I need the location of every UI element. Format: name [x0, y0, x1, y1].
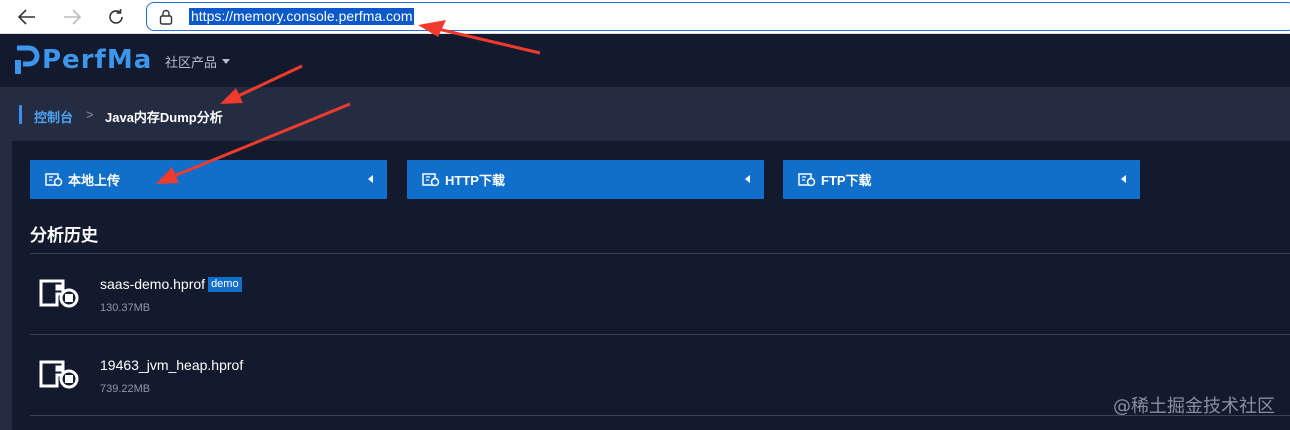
breadcrumb-separator: > [86, 107, 94, 122]
breadcrumb-current: Java内存Dump分析 [105, 110, 223, 125]
file-name[interactable]: saas-demo.hprof demo [100, 276, 242, 292]
arrow-left-icon [18, 9, 35, 25]
local-upload-label: 本地上传 [68, 173, 121, 188]
left-gutter [0, 141, 12, 430]
logo-text: PerfMa [42, 45, 153, 75]
nav-products-dropdown[interactable]: 社区产品 [165, 52, 231, 71]
browser-toolbar: https://memory.console.perfma.com [0, 0, 1290, 34]
nav-products-label: 社区产品 [165, 55, 218, 70]
file-name-text: 19463_jvm_heap.hprof [100, 357, 244, 373]
hprof-file-icon [798, 172, 816, 186]
http-download-button[interactable]: HTTP下载 [407, 160, 764, 199]
file-size: 130.37MB [100, 302, 151, 314]
hprof-file-icon [39, 279, 79, 308]
breadcrumb-home-link[interactable]: 控制台 [34, 107, 73, 126]
file-size: 739.22MB [100, 383, 151, 395]
back-button[interactable] [15, 5, 39, 29]
reload-icon [109, 9, 123, 24]
hprof-file-icon [39, 360, 79, 389]
arrow-right-icon [64, 9, 81, 25]
app-header: PerfMa 社区产品 [0, 35, 1290, 87]
ftp-download-label: FTP下载 [821, 173, 872, 188]
forward-button[interactable] [60, 5, 84, 29]
divider [30, 415, 1290, 416]
caret-left-icon [368, 175, 373, 183]
reload-button[interactable] [104, 5, 128, 29]
breadcrumb: 控制台 > Java内存Dump分析 [0, 87, 1290, 141]
file-name-text: saas-demo.hprof [100, 276, 206, 292]
caret-left-icon [1121, 175, 1126, 183]
history-item[interactable]: 19463_jvm_heap.hprof 739.22MB [30, 335, 1290, 415]
local-upload-button[interactable]: 本地上传 [30, 160, 387, 199]
file-name[interactable]: 19463_jvm_heap.hprof [100, 357, 243, 373]
lock-icon [159, 9, 173, 25]
ftp-download-button[interactable]: FTP下载 [783, 160, 1140, 199]
history-title: 分析历史 [30, 226, 98, 245]
demo-badge: demo [208, 276, 242, 292]
history-item[interactable]: saas-demo.hprof demo 130.37MB [30, 254, 1290, 334]
main-content: 本地上传 HTTP下载 FTP下载 分析历史 saas-demo.hprof d… [12, 141, 1290, 430]
hprof-file-icon [422, 172, 440, 186]
logo[interactable]: PerfMa [14, 43, 152, 77]
perfma-logo-icon [15, 45, 40, 74]
address-bar[interactable]: https://memory.console.perfma.com [146, 2, 1290, 31]
watermark: @稀土掘金技术社区 [1113, 396, 1275, 417]
url-text[interactable]: https://memory.console.perfma.com [189, 8, 415, 25]
caret-left-icon [745, 175, 750, 183]
hprof-file-icon [45, 172, 63, 186]
caret-down-icon [222, 59, 231, 64]
http-download-label: HTTP下载 [445, 173, 505, 188]
breadcrumb-marker [19, 105, 22, 124]
